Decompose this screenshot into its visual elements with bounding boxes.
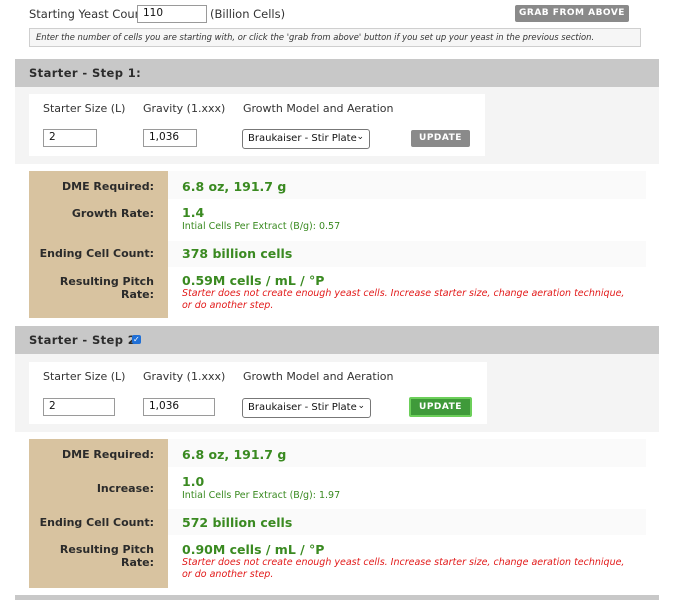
step2-model-value: Braukaiser - Stir Plate (248, 402, 357, 413)
step1-ending-value: 378 billion cells (182, 246, 293, 261)
step2-dme-value: 6.8 oz, 191.7 g (182, 447, 287, 462)
next-section-header (15, 595, 659, 600)
step1-results-labels: DME Required: Growth Rate: Ending Cell C… (29, 171, 168, 318)
step1-gravity-input[interactable]: 1,036 (143, 129, 197, 147)
chevron-down-icon: ⌄ (356, 132, 364, 142)
step2-pitch-label: Resulting Pitch Rate: (59, 543, 154, 569)
step1-title: Starter - Step 1: (29, 66, 142, 80)
step1-model-label: Growth Model and Aeration (243, 102, 394, 115)
step2-increase-sub: Intial Cells Per Extract (B/g): 1.97 (182, 490, 341, 501)
step1-ending-label: Ending Cell Count: (39, 247, 154, 260)
step2-increase-label: Increase: (96, 482, 154, 495)
step2-ending-value: 572 billion cells (182, 515, 293, 530)
step1-dme-label: DME Required: (62, 180, 154, 193)
step2-gravity-input[interactable]: 1,036 (143, 398, 215, 416)
step2-results: DME Required: Increase: Ending Cell Coun… (29, 439, 646, 588)
chevron-down-icon: ⌄ (357, 401, 365, 411)
step1-pitch-value: 0.59M cells / mL / °P (182, 273, 325, 288)
step1-gravity-label: Gravity (1.xxx) (143, 102, 226, 115)
step1-row-growth (168, 199, 646, 241)
step1-model-select[interactable]: Braukaiser - Stir Plate ⌄ (242, 129, 370, 149)
step1-growth-value: 1.4 (182, 205, 205, 220)
step1-update-button[interactable]: UPDATE (411, 130, 470, 147)
starting-yeast-input[interactable]: 110 (137, 5, 207, 23)
step2-results-labels: DME Required: Increase: Ending Cell Coun… (29, 439, 168, 588)
step2-ending-label: Ending Cell Count: (39, 516, 154, 529)
hint-text: Enter the number of cells you are starti… (36, 32, 595, 42)
step2-size-input[interactable]: 2 (43, 398, 115, 416)
step1-results: DME Required: Growth Rate: Ending Cell C… (29, 171, 646, 318)
step1-dme-value: 6.8 oz, 191.7 g (182, 179, 287, 194)
hint-box: Enter the number of cells you are starti… (29, 28, 641, 47)
step1-growth-label: Growth Rate: (71, 207, 154, 220)
step1-growth-sub: Intial Cells Per Extract (B/g): 0.57 (182, 221, 341, 232)
step2-size-label: Starter Size (L) (43, 370, 126, 383)
step2-dme-label: DME Required: (62, 448, 154, 461)
starting-yeast-label: Starting Yeast Count: (29, 7, 151, 21)
step1-pitch-label: Resulting Pitch Rate: (59, 275, 154, 301)
step2-row-increase (168, 467, 646, 509)
step2-model-label: Growth Model and Aeration (243, 370, 394, 383)
step1-warning: Starter does not create enough yeast cel… (182, 288, 625, 311)
step1-header: Starter - Step 1: (15, 59, 659, 87)
step2-increase-value: 1.0 (182, 474, 205, 489)
step1-size-input[interactable]: 2 (43, 129, 97, 147)
step2-model-select[interactable]: Braukaiser - Stir Plate ⌄ (242, 398, 371, 418)
step2-enable-checkbox[interactable]: ✓ (132, 335, 141, 344)
step2-header: Starter - Step 2: ✓ (15, 326, 659, 354)
step2-gravity-label: Gravity (1.xxx) (143, 370, 226, 383)
step2-warning: Starter does not create enough yeast cel… (182, 557, 625, 580)
step2-title: Starter - Step 2: (29, 333, 142, 347)
step1-size-label: Starter Size (L) (43, 102, 126, 115)
step2-pitch-value: 0.90M cells / mL / °P (182, 542, 325, 557)
step2-update-button[interactable]: UPDATE (409, 397, 472, 417)
step1-model-value: Braukaiser - Stir Plate (248, 133, 357, 144)
grab-from-above-button[interactable]: GRAB FROM ABOVE (515, 5, 629, 22)
billion-cells-unit: (Billion Cells) (210, 7, 286, 21)
